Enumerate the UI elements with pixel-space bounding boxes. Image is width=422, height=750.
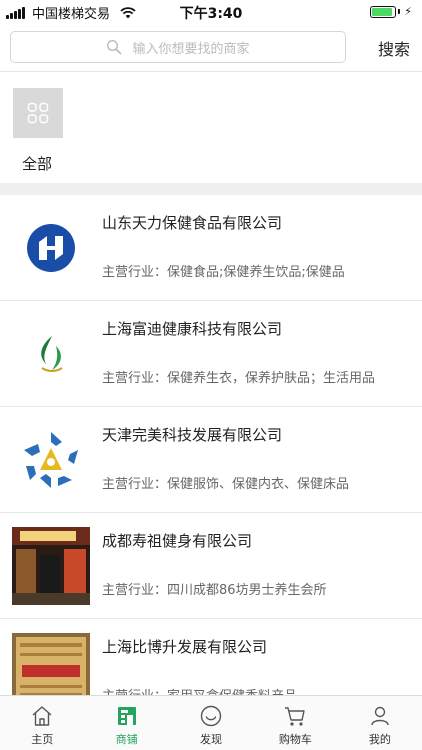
shop-item[interactable]: 天津完美科技发展有限公司 主营行业：保健服饰、保健内衣、保健床品 [0,407,422,513]
shop-desc: 主营行业：四川成都86坊男士养生会所 [102,583,327,598]
tab-home[interactable]: 主页 [0,696,84,750]
status-left: 中国楼梯交易 [6,3,136,22]
status-bar: 中国楼梯交易 下午3:40 ⚡ [0,0,422,22]
tianli-logo [12,209,90,287]
shop-name: 天津完美科技发展有限公司 [102,426,283,444]
shop-desc: 主营行业：保健服饰、保健内衣、保健床品 [102,477,350,492]
charging-bolt-icon: ⚡ [404,5,412,18]
search-placeholder: 输入你想要找的商家 [132,41,250,57]
tab-label: 商铺 [115,733,138,746]
signal-icon [6,6,25,19]
tab-label: 购物车 [278,733,312,746]
carrier-name: 中国楼梯交易 [32,7,111,22]
shop-item[interactable]: 上海富迪健康科技有限公司 主营行业：保健养生衣，保养护肤品；生活用品 [0,301,422,407]
shop-name: 上海富迪健康科技有限公司 [102,320,283,338]
category-all[interactable] [13,88,63,138]
discover-icon [200,705,222,727]
cart-icon [285,707,306,726]
shop-name: 山东天力保健食品有限公司 [102,214,283,232]
shouzu-photo [12,527,90,605]
user-icon [371,706,389,726]
shop-name: 上海比博升发展有限公司 [102,638,268,656]
tab-shops[interactable]: 商铺 [84,696,168,750]
shop-list: 山东天力保健食品有限公司 主营行业：保健食品;保健养生饮品;保健品 上海富迪健康… [0,195,422,725]
tab-label: 发现 [200,733,223,746]
tab-discover[interactable]: 发现 [169,696,253,750]
home-icon [32,706,52,726]
grid-icon [27,102,49,124]
search-icon [107,39,122,55]
shop-desc: 主营行业：保健养生衣，保养护肤品；生活用品 [102,371,376,386]
category-section: 全部 [0,73,422,183]
tab-mine[interactable]: 我的 [338,696,422,750]
wifi-icon [120,6,136,18]
tab-cart[interactable]: 购物车 [253,696,337,750]
tab-bar: 主页 商铺 发现 购物车 我的 [0,695,422,750]
shop-item[interactable]: 山东天力保健食品有限公司 主营行业：保健食品;保健养生饮品;保健品 [0,195,422,301]
shop-icon [117,707,136,725]
battery-icon: ⚡ [370,5,412,18]
search-header: 输入你想要找的商家 搜索 [0,22,422,72]
shop-name: 成都寿祖健身有限公司 [102,532,253,550]
tab-label: 主页 [31,733,54,746]
wanmei-logo [12,421,90,499]
search-input[interactable]: 输入你想要找的商家 [10,31,346,63]
fudi-logo [12,315,90,393]
shop-desc: 主营行业：保健食品;保健养生饮品;保健品 [102,265,345,280]
tab-label: 我的 [368,733,391,746]
shop-item[interactable]: 成都寿祖健身有限公司 主营行业：四川成都86坊男士养生会所 [0,513,422,619]
search-button[interactable]: 搜索 [378,36,410,60]
section-divider [0,183,422,195]
category-label[interactable]: 全部 [22,153,52,174]
